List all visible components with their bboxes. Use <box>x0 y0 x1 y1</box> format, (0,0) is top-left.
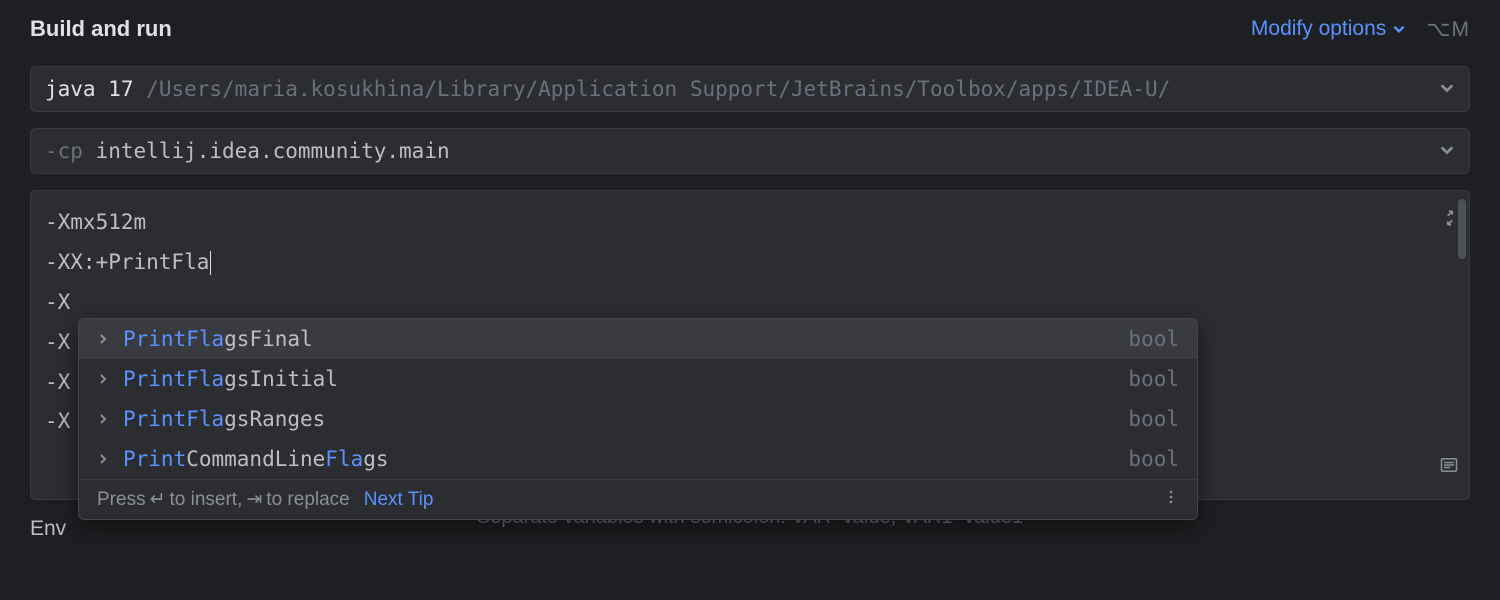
completion-type: bool <box>1128 407 1179 431</box>
completion-name: PrintFlagsRanges <box>123 407 325 431</box>
chevron-right-icon <box>97 333 109 345</box>
more-menu-icon[interactable] <box>1163 489 1179 511</box>
jdk-selector[interactable]: java 17 /Users/maria.kosukhina/Library/A… <box>30 66 1470 112</box>
insert-macro-icon[interactable] <box>1439 449 1459 489</box>
completion-name: PrintFlagsFinal <box>123 327 313 351</box>
completion-type: bool <box>1128 447 1179 471</box>
modify-options-link[interactable]: Modify options <box>1251 17 1406 41</box>
chevron-down-icon <box>1392 22 1406 36</box>
enter-key-icon: ↵ <box>150 488 166 511</box>
classpath-value: intellij.idea.community.main <box>96 139 450 163</box>
vm-line: -X <box>45 283 1455 323</box>
jdk-path: /Users/maria.kosukhina/Library/Applicati… <box>146 77 1170 101</box>
footer-insert: to insert, <box>170 489 243 511</box>
completion-item[interactable]: PrintFlagsRanges bool <box>79 399 1197 439</box>
classpath-field[interactable]: -cp intellij.idea.community.main <box>30 128 1470 174</box>
completion-item[interactable]: PrintFlagsInitial bool <box>79 359 1197 399</box>
next-tip-link[interactable]: Next Tip <box>364 489 434 511</box>
shortcut-hint: ⌥M <box>1426 17 1470 42</box>
chevron-down-icon[interactable] <box>1439 77 1455 101</box>
chevron-right-icon <box>97 453 109 465</box>
completion-footer: Press ↵ to insert, ⇥ to replace Next Tip <box>79 479 1197 519</box>
footer-press: Press <box>97 489 146 511</box>
jdk-label: java 17 <box>45 77 134 101</box>
chevron-right-icon <box>97 413 109 425</box>
env-label-partial: Env <box>30 517 66 541</box>
tab-key-icon: ⇥ <box>246 488 262 511</box>
chevron-right-icon <box>97 373 109 385</box>
completion-type: bool <box>1128 367 1179 391</box>
completion-item[interactable]: PrintCommandLineFlags bool <box>79 439 1197 479</box>
completion-name: PrintFlagsInitial <box>123 367 338 391</box>
modify-options-label: Modify options <box>1251 17 1386 41</box>
vm-line: -XX:+PrintFla <box>45 243 1455 283</box>
completion-popup: PrintFlagsFinal bool PrintFlagsInitial bool… <box>78 318 1198 520</box>
text-cursor <box>210 251 211 275</box>
chevron-down-icon[interactable] <box>1439 139 1455 163</box>
footer-replace: to replace <box>266 489 349 511</box>
vm-line: -Xmx512m <box>45 203 1455 243</box>
collapse-icon[interactable] <box>1441 201 1459 241</box>
classpath-flag: -cp <box>45 139 83 163</box>
completion-item[interactable]: PrintFlagsFinal bool <box>79 319 1197 359</box>
completion-name: PrintCommandLineFlags <box>123 447 389 471</box>
section-title: Build and run <box>30 16 172 42</box>
scrollbar-thumb[interactable] <box>1458 199 1466 259</box>
completion-type: bool <box>1128 327 1179 351</box>
